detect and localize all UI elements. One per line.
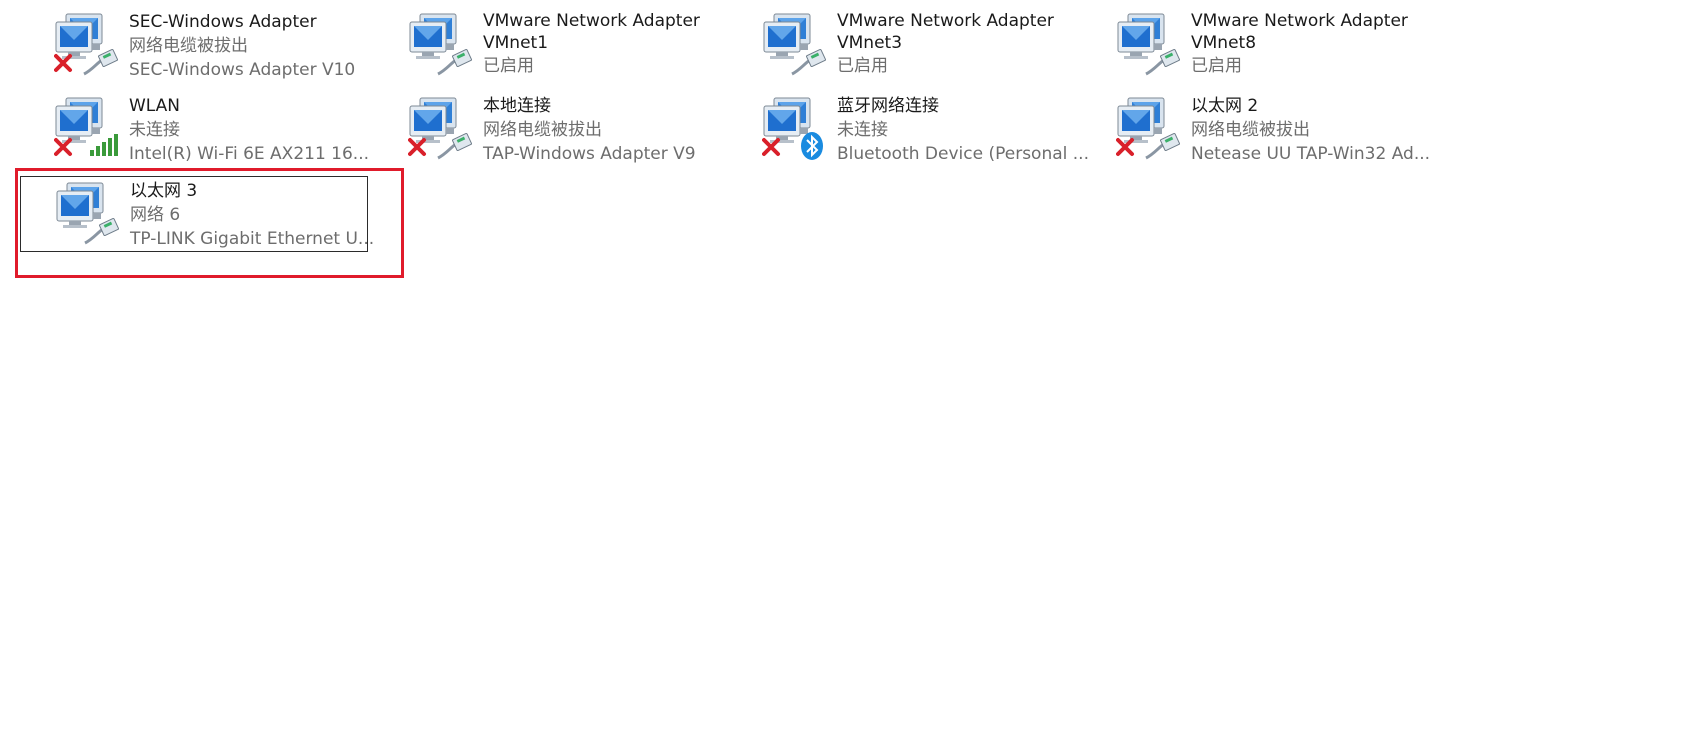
ethernet-cable-icon xyxy=(1145,133,1180,160)
adapter-device: Intel(R) Wi-Fi 6E AX211 16... xyxy=(129,144,370,164)
adapter-status: 网络电缆被拔出 xyxy=(483,120,602,140)
adapter-name: SEC-Windows Adapter xyxy=(129,12,317,32)
network-adapter-svg xyxy=(1117,13,1180,76)
network-adapter-svg xyxy=(408,97,472,160)
ethernet-cable-icon xyxy=(437,133,472,160)
adapter-status: 已启用 xyxy=(1191,56,1242,76)
ethernet-cable-icon xyxy=(791,49,826,76)
network-adapter-icon xyxy=(408,12,472,76)
adapter-name: 本地连接 xyxy=(483,96,551,116)
network-adapter-svg xyxy=(54,13,118,76)
adapter-tile-wlan[interactable]: WLAN 未连接 Intel(R) Wi-Fi 6E AX211 16... xyxy=(20,92,370,168)
monitor-icon xyxy=(1117,13,1165,59)
network-adapter-icon xyxy=(762,96,823,160)
bluetooth-icon xyxy=(801,132,823,160)
ethernet-cable-icon xyxy=(1145,49,1180,76)
red-highlight-annotation xyxy=(15,168,404,278)
ethernet-cable-icon xyxy=(437,49,472,76)
monitor-icon xyxy=(409,97,457,143)
signal-bars-icon xyxy=(90,134,118,156)
adapter-status: 网络电缆被拔出 xyxy=(129,36,248,56)
adapter-tile-vmnet1[interactable]: VMware Network Adapter VMnet1 已启用 xyxy=(374,8,722,84)
adapter-name: VMware Network Adapter VMnet1 xyxy=(483,11,700,53)
adapter-status: 已启用 xyxy=(483,56,534,76)
monitor-icon xyxy=(409,13,457,59)
monitor-icon xyxy=(763,97,811,143)
network-adapter-svg xyxy=(54,97,118,156)
network-adapter-svg xyxy=(762,97,823,160)
monitor-icon xyxy=(763,13,811,59)
adapter-status: 未连接 xyxy=(837,120,888,140)
adapter-tile-vmnet8[interactable]: VMware Network Adapter VMnet8 已启用 xyxy=(1082,8,1430,84)
adapter-device: Bluetooth Device (Personal ... xyxy=(837,144,1089,164)
adapter-tile-local-connection[interactable]: 本地连接 网络电缆被拔出 TAP-Windows Adapter V9 xyxy=(374,92,722,168)
adapter-status: 已启用 xyxy=(837,56,888,76)
adapter-name: WLAN xyxy=(129,96,181,116)
network-adapter-svg xyxy=(763,13,826,76)
adapter-device: SEC-Windows Adapter V10 xyxy=(129,60,356,80)
adapter-tile-sec-windows[interactable]: SEC-Windows Adapter 网络电缆被拔出 SEC-Windows … xyxy=(20,8,368,84)
adapter-device: Netease UU TAP-Win32 Ad... xyxy=(1191,144,1431,164)
adapter-tile-bluetooth[interactable]: 蓝牙网络连接 未连接 Bluetooth Device (Personal ..… xyxy=(728,92,1089,168)
adapter-tile-ethernet-2[interactable]: 以太网 2 网络电缆被拔出 Netease UU TAP-Win32 Ad... xyxy=(1082,92,1430,168)
network-adapter-icon xyxy=(1116,12,1180,76)
network-adapter-icon xyxy=(54,12,118,76)
network-adapter-svg xyxy=(1116,97,1180,160)
adapter-name: VMware Network Adapter VMnet8 xyxy=(1191,11,1408,53)
monitor-icon xyxy=(55,97,103,143)
network-adapter-svg xyxy=(409,13,472,76)
monitor-icon xyxy=(55,13,103,59)
monitor-icon xyxy=(1117,97,1165,143)
adapter-name: 以太网 2 xyxy=(1191,96,1259,116)
adapter-name: VMware Network Adapter VMnet3 xyxy=(837,11,1054,53)
network-adapter-icon xyxy=(408,96,472,160)
adapter-status: 未连接 xyxy=(129,120,180,140)
adapter-device: TAP-Windows Adapter V9 xyxy=(483,144,696,164)
network-adapter-icon xyxy=(1116,96,1180,160)
network-adapter-icon xyxy=(54,96,118,160)
adapter-status: 网络电缆被拔出 xyxy=(1191,120,1310,140)
adapter-tile-vmnet3[interactable]: VMware Network Adapter VMnet3 已启用 xyxy=(728,8,1076,84)
network-adapter-icon xyxy=(762,12,826,76)
ethernet-cable-icon xyxy=(83,49,118,76)
adapter-name: 蓝牙网络连接 xyxy=(837,96,939,116)
